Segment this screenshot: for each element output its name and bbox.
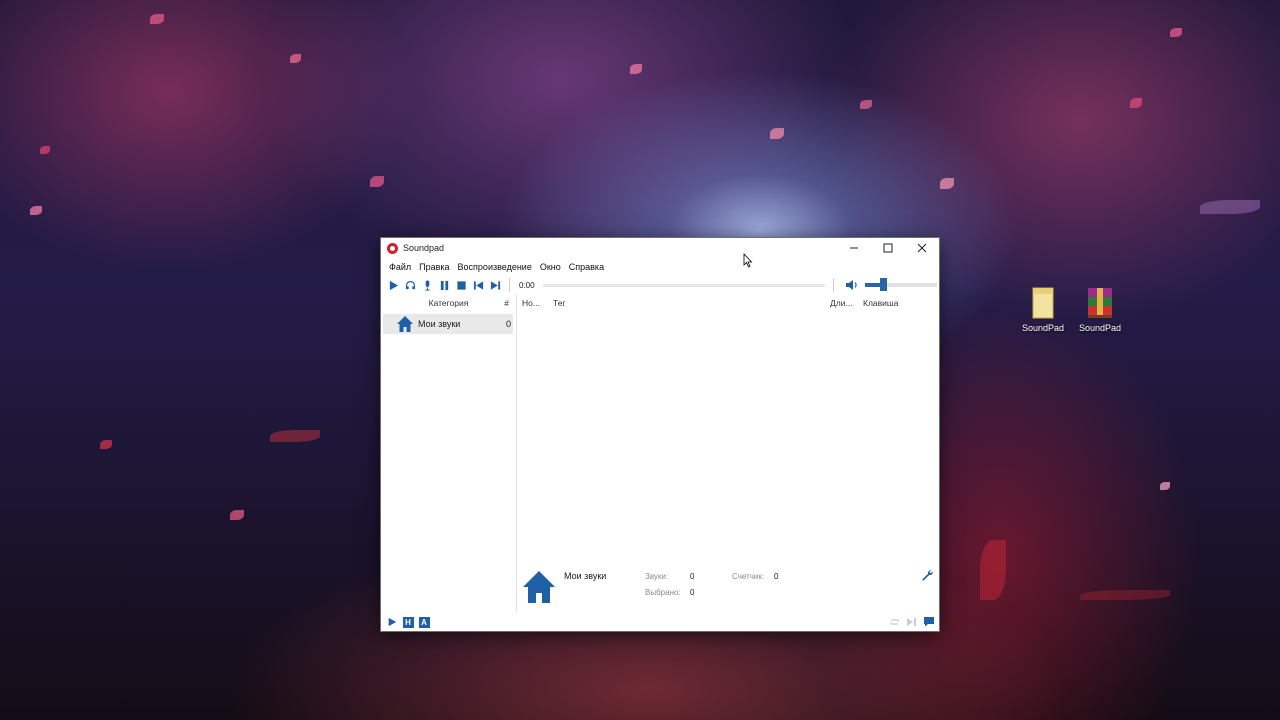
maximize-icon [883,243,893,253]
skip-icon[interactable] [906,617,917,627]
sounds-count-label: Звуки: [645,572,669,581]
status-bar: H A [381,613,939,631]
close-button[interactable] [905,238,939,258]
category-count: 0 [505,319,511,329]
category-panel: Категория # Мои звуки 0 [381,294,517,613]
column-header-tag[interactable]: Тег [553,298,566,308]
repeat-icon[interactable] [889,617,900,627]
folder-icon [1028,286,1058,320]
previous-icon [473,280,484,290]
mouse-cursor-icon [743,252,753,268]
desktop-icon-label: SoundPad [1021,323,1065,333]
auto-badge: A [418,616,430,628]
selected-count-value: 0 [690,588,695,597]
category-column-header[interactable]: Категория # [381,294,516,312]
toolbar-separator [509,278,510,292]
winrar-archive-icon [1085,286,1115,320]
title-bar[interactable]: Soundpad [381,238,939,258]
sound-list[interactable] [517,312,939,563]
play-icon [389,280,399,290]
pause-button[interactable] [436,277,453,293]
category-info-panel: Мои звуки Звуки: 0 Выбрано: 0 Счетчик: 0 [517,563,939,613]
stop-button[interactable] [453,277,470,293]
desktop-icon-label: SoundPad [1078,323,1122,333]
sounds-count-value: 0 [690,572,695,581]
minimize-button[interactable] [837,238,871,258]
settings-wrench-icon[interactable] [921,569,933,581]
info-category-name: Мои звуки [564,571,607,581]
menu-file[interactable]: Файл [385,262,415,272]
desktop-icon-soundpad-archive[interactable]: SoundPad [1072,286,1128,333]
soundpad-window: Soundpad Файл Правка Воспроизведение Окн… [380,237,940,632]
desktop-icon-soundpad-folder[interactable]: SoundPad [1015,286,1071,333]
play-icon [388,617,397,627]
maximize-button[interactable] [871,238,905,258]
play-microphone-button[interactable] [419,277,436,293]
toolbar-separator [833,278,834,292]
category-home-icon [521,569,557,605]
status-right-controls [889,616,935,627]
volume-icon[interactable] [845,279,859,291]
seek-bar[interactable] [543,284,825,287]
playback-time: 0:00 [519,280,535,290]
home-icon [397,316,413,332]
hotkeys-toggle-button[interactable]: H [400,615,416,629]
pause-icon [440,280,449,290]
stop-icon [457,280,466,290]
next-button[interactable] [487,277,504,293]
counter-label: Счетчик: [732,572,765,581]
counter-value: 0 [774,572,779,581]
play-headphones-button[interactable] [402,277,419,293]
selected-count-label: Выбрано: [645,588,681,597]
microphone-icon [425,279,430,291]
headphones-icon [405,280,416,289]
menu-window[interactable]: Окно [536,262,565,272]
menu-playback[interactable]: Воспроизведение [454,262,536,272]
minimize-icon [850,247,858,249]
count-header-label: # [504,298,509,308]
status-play-button[interactable] [384,615,400,629]
column-header-hotkey[interactable]: Клавиша [863,298,898,308]
sound-list-panel: Но... Тег Дли... Клавиша Мои звуки Звуки… [517,294,939,613]
next-icon [490,280,501,290]
close-icon [917,243,927,253]
play-button[interactable] [385,277,402,293]
hotkeys-badge: H [402,616,414,628]
menu-bar: Файл Правка Воспроизведение Окно Справка [381,258,939,276]
previous-button[interactable] [470,277,487,293]
content-area: Категория # Мои звуки 0 Но... Тег Дли...… [381,294,939,613]
menu-edit[interactable]: Правка [415,262,453,272]
menu-help[interactable]: Справка [565,262,608,272]
category-label: Мои звуки [418,319,461,329]
chat-icon[interactable] [923,616,935,627]
toolbar: 0:00 [381,276,939,294]
category-item-my-sounds[interactable]: Мои звуки 0 [383,314,513,334]
window-title: Soundpad [403,243,445,253]
soundpad-logo-icon [387,242,398,254]
auto-mode-button[interactable]: A [416,615,432,629]
category-header-label: Категория [428,298,469,308]
volume-slider[interactable] [865,278,937,291]
volume-handle[interactable] [880,278,887,291]
column-header-duration[interactable]: Дли... [830,298,853,308]
column-header-number[interactable]: Но... [522,298,540,308]
